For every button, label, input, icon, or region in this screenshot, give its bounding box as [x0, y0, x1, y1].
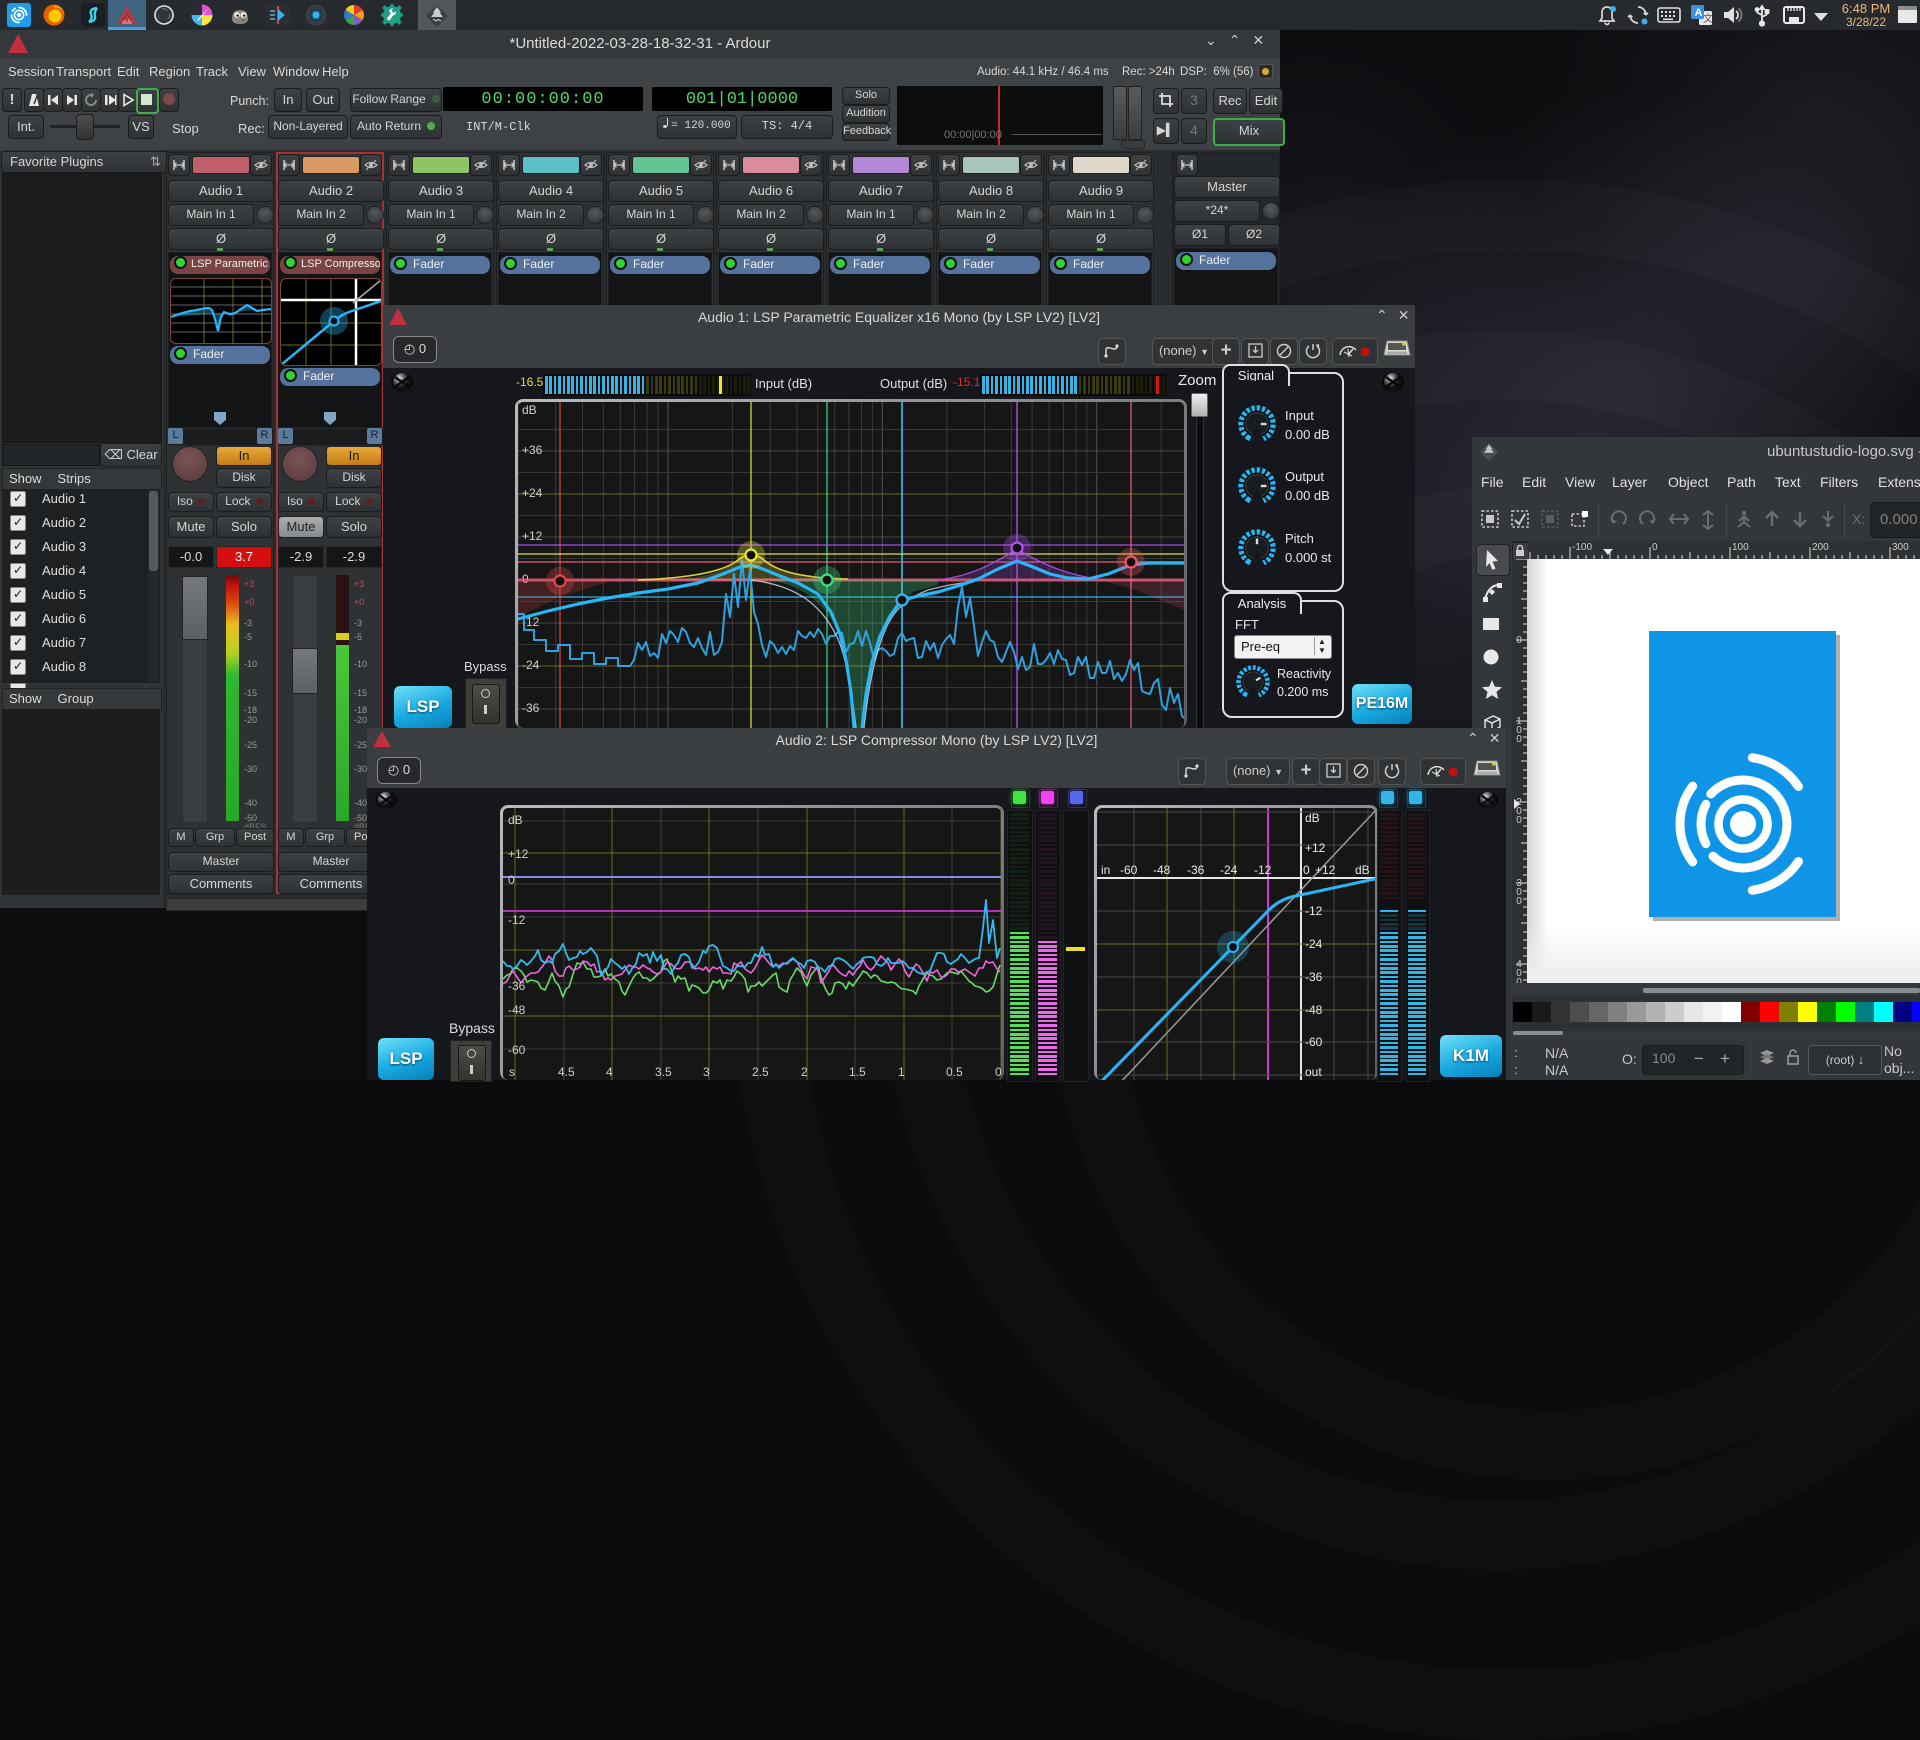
svg-text:dB: dB: [1305, 811, 1320, 825]
svg-text:文: 文: [1703, 12, 1713, 25]
svg-text:dB: dB: [1355, 863, 1370, 877]
svg-text:out: out: [1305, 1065, 1322, 1079]
svg-text:+12: +12: [1305, 841, 1326, 855]
svg-text:+12: +12: [522, 529, 543, 543]
svg-text:400: 400: [1516, 959, 1522, 983]
svg-text:4: 4: [606, 1065, 613, 1079]
svg-text:3: 3: [703, 1065, 710, 1079]
svg-text:0: 0: [1652, 542, 1658, 553]
svg-text:-24: -24: [1220, 863, 1238, 877]
svg-text:A: A: [1695, 7, 1703, 19]
svg-text:-48: -48: [508, 1003, 526, 1017]
svg-text:0: 0: [1516, 635, 1522, 646]
svg-text:-36: -36: [1305, 970, 1323, 984]
svg-text:s: s: [509, 1065, 515, 1079]
svg-text:2.5: 2.5: [752, 1065, 769, 1079]
svg-text:-36: -36: [522, 701, 540, 715]
svg-text:-24: -24: [1305, 937, 1323, 951]
svg-text:+12: +12: [1315, 863, 1336, 877]
svg-text:-100: -100: [1572, 542, 1592, 553]
svg-text:0: 0: [995, 1065, 1001, 1079]
svg-text:+36: +36: [522, 443, 543, 457]
svg-text:+24: +24: [522, 486, 543, 500]
svg-text:-60: -60: [1305, 1035, 1323, 1049]
svg-text:in: in: [1101, 863, 1110, 877]
svg-text:dB: dB: [522, 403, 537, 417]
svg-text:1: 1: [898, 1065, 905, 1079]
svg-text:-48: -48: [1305, 1003, 1323, 1017]
svg-text:300: 300: [1516, 878, 1522, 907]
svg-text:-24: -24: [522, 658, 540, 672]
svg-text:100: 100: [1732, 542, 1749, 553]
svg-text:-60: -60: [1120, 863, 1138, 877]
svg-text:-36: -36: [508, 979, 526, 993]
svg-text:0.5: 0.5: [946, 1065, 963, 1079]
svg-text:3.5: 3.5: [655, 1065, 672, 1079]
svg-text:200: 200: [1516, 797, 1522, 826]
svg-text:-48: -48: [1153, 863, 1171, 877]
svg-text:0: 0: [508, 873, 515, 887]
svg-text:-12: -12: [508, 913, 526, 927]
svg-text:2: 2: [801, 1065, 808, 1079]
svg-text:200: 200: [1812, 542, 1829, 553]
svg-text:1.5: 1.5: [849, 1065, 866, 1079]
svg-text:+12: +12: [508, 847, 529, 861]
svg-text:-60: -60: [508, 1043, 526, 1057]
svg-text:-36: -36: [1187, 863, 1205, 877]
svg-text:-12: -12: [1254, 863, 1272, 877]
svg-text:300: 300: [1892, 542, 1909, 553]
svg-text:100: 100: [1516, 716, 1522, 745]
svg-text:0: 0: [1303, 863, 1310, 877]
svg-text:4.5: 4.5: [558, 1065, 575, 1079]
svg-text:dB: dB: [508, 813, 523, 827]
svg-text:-12: -12: [1305, 904, 1323, 918]
